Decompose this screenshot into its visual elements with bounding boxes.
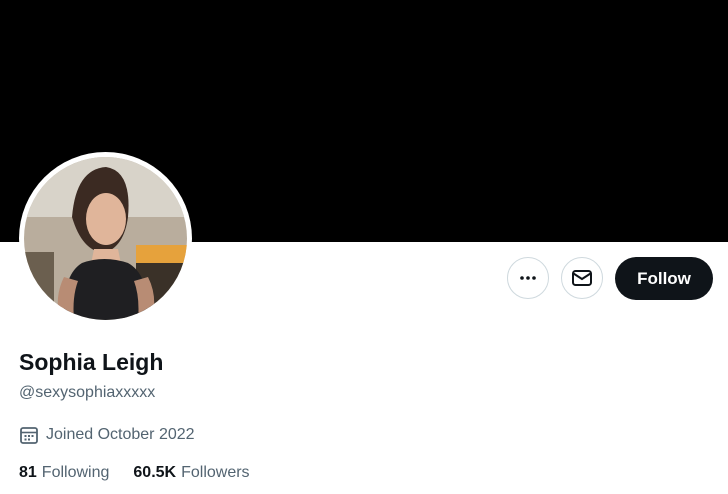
message-button[interactable] — [561, 257, 603, 299]
followers-link[interactable]: 60.5K Followers — [133, 462, 249, 484]
following-link[interactable]: 81 Following — [19, 462, 109, 484]
follow-button[interactable]: Follow — [615, 257, 713, 300]
avatar-photo — [24, 157, 187, 320]
join-date-text: Joined October 2022 — [46, 426, 195, 443]
more-dots-icon — [520, 276, 536, 280]
envelope-icon — [572, 270, 592, 286]
calendar-icon — [20, 427, 38, 444]
avatar[interactable] — [19, 152, 192, 325]
user-handle: @sexysophiaxxxxx — [19, 384, 156, 401]
display-name: Sophia Leigh — [19, 349, 164, 375]
followers-count: 60.5K — [133, 464, 177, 481]
profile-stats: 81 Following 60.5K Followers — [19, 462, 274, 484]
followers-label: Followers — [181, 464, 250, 481]
more-options-button[interactable] — [507, 257, 549, 299]
following-label: Following — [41, 464, 110, 481]
join-date: Joined October 2022 — [19, 424, 195, 446]
following-count: 81 — [19, 464, 37, 481]
